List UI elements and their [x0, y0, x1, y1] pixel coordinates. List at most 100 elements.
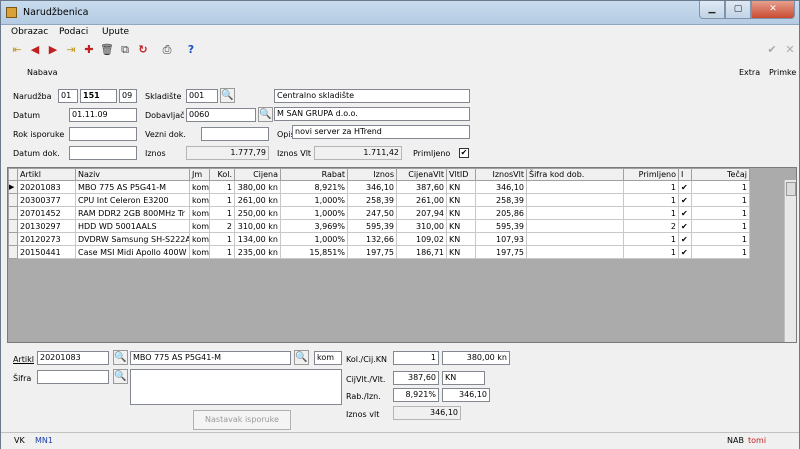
table-cell[interactable]: kom	[189, 193, 210, 207]
table-cell[interactable]: 235,00 kn	[234, 245, 281, 259]
table-cell[interactable]: 1	[209, 232, 235, 246]
copy-icon[interactable]: ⧉	[118, 43, 132, 57]
detail-artikl-search-icon[interactable]: 🔍	[113, 350, 128, 365]
table-cell[interactable]: KN	[446, 193, 476, 207]
col-rabat[interactable]: Rabat	[280, 168, 348, 181]
detail-cijvlt-field[interactable]: 387,60	[393, 371, 439, 385]
table-cell[interactable]: 1	[623, 232, 679, 246]
detail-artikl-field[interactable]: 20201083	[37, 351, 109, 365]
table-cell[interactable]: 207,94	[396, 206, 447, 220]
col-jm[interactable]: Jm	[189, 168, 210, 181]
table-cell[interactable]: 205,86	[475, 206, 527, 220]
detail-jm-field[interactable]: kom	[314, 351, 342, 365]
table-cell[interactable]: 346,10	[475, 180, 527, 194]
table-cell[interactable]: ✔	[678, 245, 692, 259]
print-icon[interactable]: ⎙	[160, 43, 174, 57]
col-cijenavlt[interactable]: CijenaVlt	[396, 168, 447, 181]
grid-vertical-scrollbar[interactable]	[784, 180, 796, 342]
table-cell[interactable]: 186,71	[396, 245, 447, 259]
delete-icon[interactable]: 🗑	[100, 43, 114, 57]
table-cell[interactable]: 261,00	[396, 193, 447, 207]
table-cell[interactable]: KN	[446, 245, 476, 259]
table-cell[interactable]: kom	[189, 206, 210, 220]
table-cell[interactable]: 2	[209, 219, 235, 233]
table-cell[interactable]: 595,39	[347, 219, 397, 233]
menu-upute[interactable]: Upute	[102, 27, 129, 37]
table-cell[interactable]: 1	[623, 206, 679, 220]
table-cell[interactable]: 134,00 kn	[234, 232, 281, 246]
col-kol[interactable]: Kol.	[209, 168, 235, 181]
menu-obrazac[interactable]: Obrazac	[11, 27, 48, 37]
table-cell[interactable]	[526, 219, 624, 233]
table-cell[interactable]: 20120273	[17, 232, 76, 246]
table-cell[interactable]: kom	[189, 245, 210, 259]
col-naziv[interactable]: Naziv	[75, 168, 190, 181]
skladiste-search-icon[interactable]: 🔍	[220, 88, 235, 103]
table-cell[interactable]: 1	[209, 193, 235, 207]
cancel-icon[interactable]: ✕	[783, 43, 797, 57]
table-cell[interactable]: 1	[691, 206, 750, 220]
table-cell[interactable]: 258,39	[475, 193, 527, 207]
table-cell[interactable]: ✔	[678, 193, 692, 207]
table-row[interactable]: 20150441 Case MSI Midi Apollo 400W kom 1 235…	[8, 245, 750, 259]
table-cell[interactable]: 2	[623, 219, 679, 233]
table-row[interactable]: ▶ 20201083 MBO 775 AS P5G41-M kom 1 380,00 kn…	[8, 180, 750, 194]
narudzba-year-field[interactable]: 09	[119, 89, 137, 103]
table-cell[interactable]: RAM DDR2 2GB 800MHz Tr	[75, 206, 190, 220]
table-cell[interactable]: 20300377	[17, 193, 76, 207]
table-cell[interactable]: 3,969%	[280, 219, 348, 233]
first-record-icon[interactable]: ⇤	[10, 43, 24, 57]
table-row[interactable]: 20300377 CPU Int Celeron E3200 kom 1 261,00 …	[8, 193, 750, 207]
table-cell[interactable]: 380,00 kn	[234, 180, 281, 194]
detail-rabat-field[interactable]: 8,921%	[393, 388, 439, 402]
col-tecaj[interactable]: Tečaj	[691, 168, 750, 181]
last-record-icon[interactable]: ⇥	[64, 43, 78, 57]
datum-field[interactable]: 01.11.09	[69, 108, 137, 122]
rok-isporuke-field[interactable]	[69, 127, 137, 141]
table-cell[interactable]: ✔	[678, 219, 692, 233]
col-cijena[interactable]: Cijena	[234, 168, 281, 181]
col-artikl[interactable]: Artikl	[17, 168, 76, 181]
confirm-icon[interactable]: ✔	[765, 43, 779, 57]
table-cell[interactable]: 197,75	[347, 245, 397, 259]
menu-podaci[interactable]: Podaci	[59, 27, 88, 37]
col-iznosvlt[interactable]: IznosVlt	[475, 168, 527, 181]
table-cell[interactable]: KN	[446, 206, 476, 220]
narudzba-part1-field[interactable]: 01	[58, 89, 78, 103]
table-cell[interactable]: 1	[209, 180, 235, 194]
table-cell[interactable]: kom	[189, 180, 210, 194]
table-cell[interactable]: 107,93	[475, 232, 527, 246]
table-cell[interactable]: kom	[189, 219, 210, 233]
dobavljac-code-field[interactable]: 0060	[186, 108, 256, 122]
detail-cijena-field[interactable]: 380,00 kn	[442, 351, 510, 365]
table-cell[interactable]	[526, 245, 624, 259]
primljeno-checkbox[interactable]: ✔	[459, 148, 469, 158]
table-cell[interactable]: 1,000%	[280, 206, 348, 220]
table-cell[interactable]: Case MSI Midi Apollo 400W	[75, 245, 190, 259]
row-indicator[interactable]	[8, 245, 18, 259]
table-cell[interactable]: 1	[691, 245, 750, 259]
extra-link[interactable]: Extra	[739, 68, 760, 77]
table-cell[interactable]: 132,66	[347, 232, 397, 246]
table-cell[interactable]: 20201083	[17, 180, 76, 194]
table-cell[interactable]: 1	[209, 206, 235, 220]
datum-dok-field[interactable]	[69, 146, 137, 160]
table-cell[interactable]: 1	[623, 193, 679, 207]
table-cell[interactable]	[526, 206, 624, 220]
row-indicator[interactable]	[8, 219, 18, 233]
detail-iznos-field[interactable]: 346,10	[442, 388, 490, 402]
table-cell[interactable]: MBO 775 AS P5G41-M	[75, 180, 190, 194]
col-primljeno[interactable]: Primljeno	[623, 168, 679, 181]
table-cell[interactable]: 310,00 kn	[234, 219, 281, 233]
table-cell[interactable]: 250,00 kn	[234, 206, 281, 220]
nastavak-isporuke-button[interactable]: Nastavak isporuke	[193, 410, 291, 430]
detail-naziv-field[interactable]: MBO 775 AS P5G41-M	[130, 351, 291, 365]
dobavljac-search-icon[interactable]: 🔍	[258, 107, 273, 122]
detail-memo-field[interactable]	[130, 369, 342, 405]
col-sifra-kod-dob[interactable]: Šifra kod dob.	[526, 168, 624, 181]
next-record-icon[interactable]: ▶	[46, 43, 60, 57]
tab-nabava[interactable]: Nabava	[27, 68, 58, 77]
maximize-button[interactable]: ▢	[725, 1, 751, 19]
new-record-icon[interactable]: ✚	[82, 43, 96, 57]
table-cell[interactable]: 15,851%	[280, 245, 348, 259]
